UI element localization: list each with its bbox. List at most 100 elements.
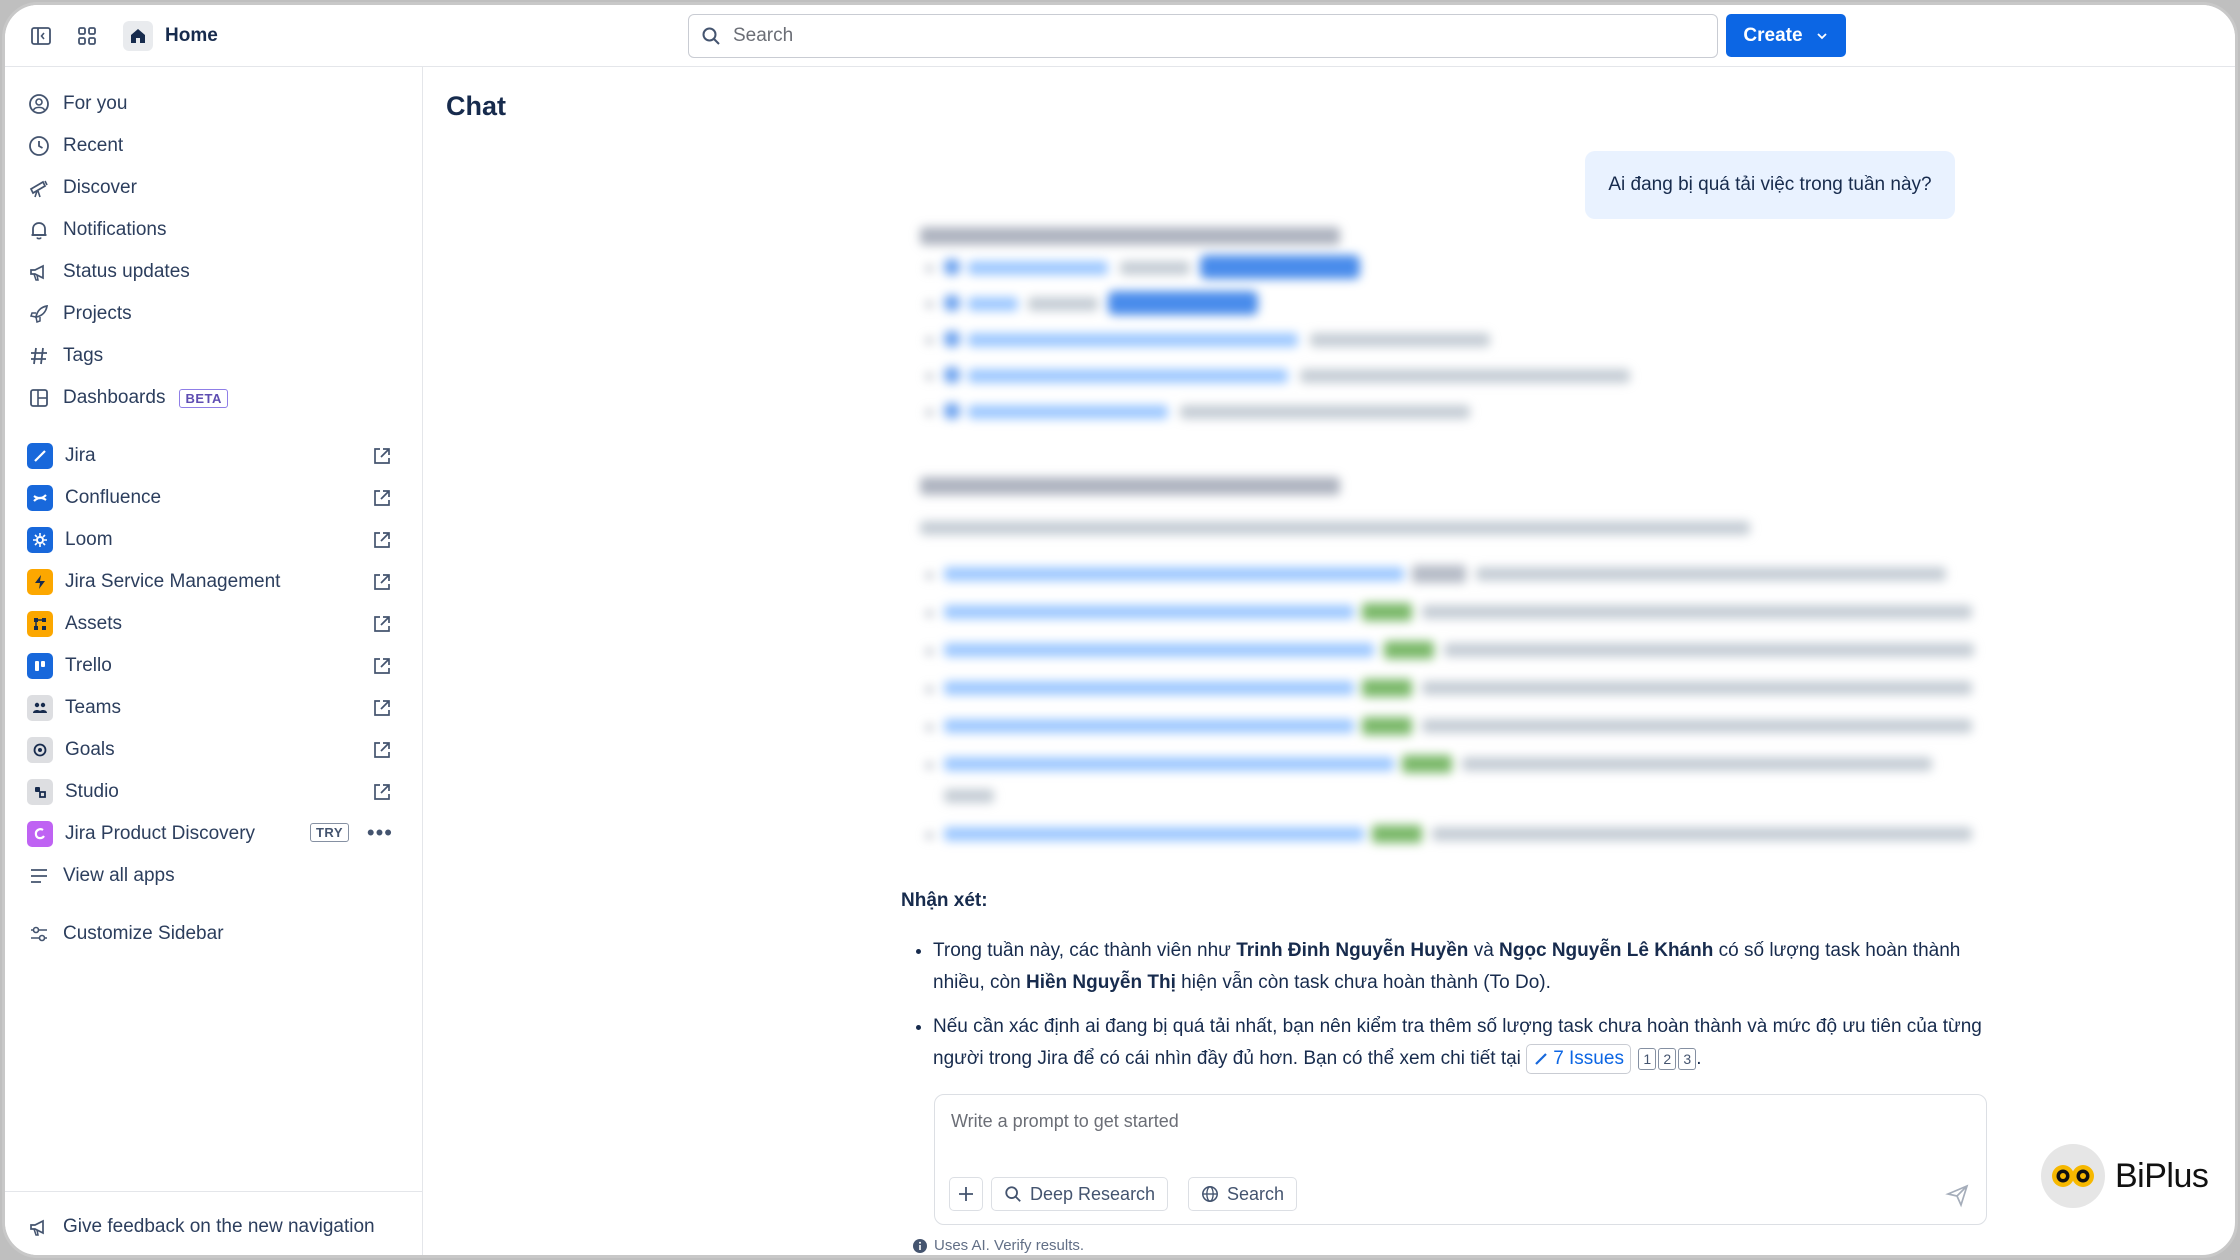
sliders-icon xyxy=(27,922,51,946)
view-all-apps[interactable]: View all apps xyxy=(27,858,407,894)
sidebar-app-goals[interactable]: Goals xyxy=(27,732,407,768)
beta-badge: BETA xyxy=(179,388,228,408)
lightning-icon xyxy=(27,569,53,595)
external-link-icon[interactable] xyxy=(371,781,393,803)
hash-icon xyxy=(27,344,51,368)
web-search-button[interactable]: Search xyxy=(1188,1177,1298,1211)
teams-icon xyxy=(27,695,53,721)
main-content: Chat Ai đang bị quá tải việc trong tuần … xyxy=(424,67,2235,1255)
external-link-icon[interactable] xyxy=(371,655,393,677)
sidebar-item-projects[interactable]: Projects xyxy=(27,296,407,332)
reference-3[interactable]: 3 xyxy=(1678,1047,1697,1070)
sidebar-item-label: Confluence xyxy=(65,487,162,508)
analysis-text: Trong tuần này, các thành viên như xyxy=(933,940,1237,961)
biplus-watermark: BiPlus xyxy=(2041,1144,2209,1208)
home-button[interactable]: Home xyxy=(123,19,218,53)
confluence-icon xyxy=(27,485,53,511)
disclaimer-text: Uses AI. Verify results. xyxy=(934,1237,1085,1254)
create-label: Create xyxy=(1743,24,1803,46)
sidebar-app-confluence[interactable]: Confluence xyxy=(27,480,407,516)
feedback-link[interactable]: Give feedback on the new navigation xyxy=(27,1209,407,1245)
bell-icon xyxy=(27,218,51,242)
sidebar-app-studio[interactable]: Studio xyxy=(27,774,407,810)
feedback-label: Give feedback on the new navigation xyxy=(63,1216,375,1237)
external-link-icon[interactable] xyxy=(371,571,393,593)
analysis-text: Nếu cần xác định ai đang bị quá tải nhất… xyxy=(933,1016,1982,1069)
external-link-icon[interactable] xyxy=(371,739,393,761)
plus-icon xyxy=(959,1187,973,1201)
clock-icon xyxy=(27,134,51,158)
external-link-icon[interactable] xyxy=(371,487,393,509)
telescope-icon xyxy=(27,176,51,200)
sidebar-item-recent[interactable]: Recent xyxy=(27,128,407,164)
ai-disclaimer: Uses AI. Verify results. xyxy=(912,1237,1084,1254)
member-name: Ngọc Nguyễn Lê Khánh xyxy=(1499,940,1714,961)
issues-link-label: 7 Issues xyxy=(1553,1047,1624,1069)
watermark-text: BiPlus xyxy=(2115,1156,2209,1195)
sidebar-app-trello[interactable]: Trello xyxy=(27,648,407,684)
sidebar-app-teams[interactable]: Teams xyxy=(27,690,407,726)
top-bar: Home Search Create xyxy=(5,5,2235,67)
owl-logo-icon xyxy=(2041,1144,2105,1208)
analysis-bullet: Trong tuần này, các thành viên như Trinh… xyxy=(933,935,2001,999)
sidebar-item-status-updates[interactable]: Status updates xyxy=(27,254,407,290)
view-all-apps-label: View all apps xyxy=(63,865,175,886)
loom-icon xyxy=(27,527,53,553)
home-label: Home xyxy=(165,25,218,46)
person-circle-icon xyxy=(27,92,51,116)
chevron-down-icon xyxy=(1816,32,1827,39)
more-icon[interactable]: ••• xyxy=(367,820,393,846)
external-link-icon[interactable] xyxy=(371,697,393,719)
trello-icon xyxy=(27,653,53,679)
sidebar-app-loom[interactable]: Loom xyxy=(27,522,407,558)
search-input[interactable]: Search xyxy=(688,14,1718,58)
send-icon[interactable] xyxy=(1944,1181,1972,1209)
web-search-label: Search xyxy=(1227,1183,1285,1204)
create-button[interactable]: Create xyxy=(1726,14,1846,57)
prompt-composer[interactable]: Write a prompt to get started Deep Resea… xyxy=(934,1094,1987,1225)
app-switcher-icon[interactable] xyxy=(73,22,101,50)
issues-link-chip[interactable]: 7 Issues xyxy=(1526,1043,1631,1074)
analysis-text: và xyxy=(1468,940,1500,961)
sidebar-item-discover[interactable]: Discover xyxy=(27,170,407,206)
sidebar-item-for-you[interactable]: For you xyxy=(27,86,407,122)
sidebar-app-jira[interactable]: Jira xyxy=(27,438,407,474)
sidebar-app-jira-product-discovery[interactable]: Jira Product Discovery TRY ••• xyxy=(27,816,407,852)
external-link-icon[interactable] xyxy=(371,613,393,635)
sidebar-app-jira-service-management[interactable]: Jira Service Management xyxy=(27,564,407,600)
reference-2[interactable]: 2 xyxy=(1658,1047,1677,1070)
sidebar-item-label: Tags xyxy=(63,345,104,366)
external-link-icon[interactable] xyxy=(371,445,393,467)
deep-research-button[interactable]: Deep Research xyxy=(991,1177,1169,1211)
add-attachment-button[interactable] xyxy=(949,1177,983,1211)
search-icon xyxy=(1005,1186,1021,1202)
sidebar-item-notifications[interactable]: Notifications xyxy=(27,212,407,248)
analysis-list: Trong tuần này, các thành viên như Trinh… xyxy=(901,935,2001,1075)
sidebar-item-label: Studio xyxy=(65,781,119,802)
sidebar-item-tags[interactable]: Tags xyxy=(27,338,407,374)
sidebar-item-dashboards[interactable]: Dashboards BETA xyxy=(27,380,407,416)
sidebar-item-label: Projects xyxy=(63,303,132,324)
sidebar-item-label: Recent xyxy=(63,135,124,156)
analysis-heading: Nhận xét: xyxy=(901,890,988,911)
product-discovery-icon xyxy=(27,821,53,847)
sidebar-app-assets[interactable]: Assets xyxy=(27,606,407,642)
external-link-icon[interactable] xyxy=(371,529,393,551)
user-message-bubble: Ai đang bị quá tải việc trong tuần này? xyxy=(1585,151,1955,219)
deep-research-label: Deep Research xyxy=(1030,1183,1156,1204)
assistant-analysis: Nhận xét: Trong tuần này, các thành viên… xyxy=(901,885,2001,1087)
sidebar-toggle-icon[interactable] xyxy=(27,22,55,50)
megaphone-icon xyxy=(27,1215,51,1239)
prompt-input[interactable]: Write a prompt to get started xyxy=(951,1111,1179,1132)
customize-label: Customize Sidebar xyxy=(63,923,224,944)
customize-sidebar[interactable]: Customize Sidebar xyxy=(27,916,407,952)
reference-1[interactable]: 1 xyxy=(1638,1047,1657,1070)
page-title: Chat xyxy=(446,91,506,121)
home-icon xyxy=(123,21,153,51)
sidebar-item-label: Jira Service Management xyxy=(65,571,281,592)
member-name: Trinh Đinh Nguyễn Huyền xyxy=(1236,940,1469,961)
analysis-text: hiện vẫn còn task chưa hoàn thành (To Do… xyxy=(1175,972,1551,993)
sidebar-item-label: Jira xyxy=(65,445,96,466)
assets-icon xyxy=(27,611,53,637)
analysis-text: . xyxy=(1696,1048,1702,1069)
